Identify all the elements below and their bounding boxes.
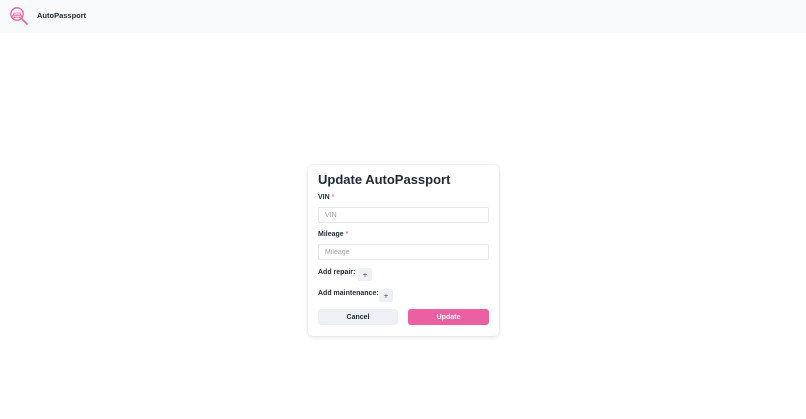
update-autopassport-form: Update AutoPassport VIN * Mileage * Add … (308, 165, 499, 336)
cancel-button[interactable]: Cancel (318, 309, 398, 325)
required-asterisk: * (345, 231, 349, 238)
add-repair-label: Add repair: (318, 269, 356, 276)
required-asterisk: * (331, 194, 335, 201)
vin-label-text: VIN (318, 194, 330, 201)
mileage-input[interactable] (318, 244, 489, 260)
vin-label: VIN * (318, 194, 334, 201)
update-button[interactable]: Update (408, 309, 489, 325)
app-title[interactable]: AutoPassport (37, 11, 86, 20)
add-maintenance-label: Add maintenance: (318, 290, 379, 297)
mileage-label: Mileage * (318, 231, 348, 238)
form-title: Update AutoPassport (318, 172, 451, 187)
add-repair-button[interactable]: + (358, 268, 372, 281)
magnifier-car-logo-icon[interactable] (9, 6, 29, 26)
top-navigation-bar: AutoPassport (0, 0, 806, 33)
vin-input[interactable] (318, 207, 489, 223)
mileage-label-text: Mileage (318, 231, 344, 238)
add-maintenance-button[interactable]: + (379, 289, 393, 302)
